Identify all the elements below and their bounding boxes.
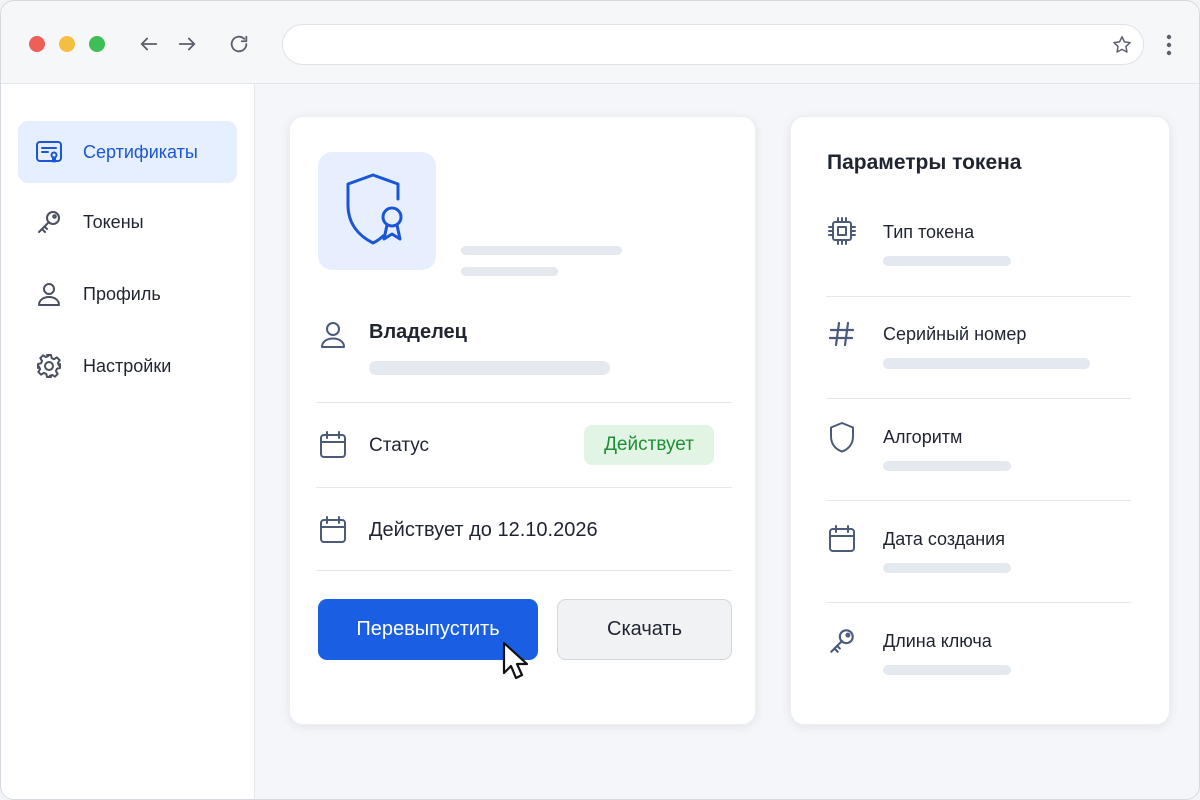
- owner-value-placeholder: [369, 361, 610, 375]
- browser-toolbar: [1, 1, 1199, 84]
- chip-icon: [827, 216, 857, 246]
- sidebar-item-settings[interactable]: Настройки: [18, 335, 237, 397]
- param-label-token-type: Тип токена: [883, 222, 975, 242]
- sidebar: Сертификаты Токены Профиль Настройки: [1, 84, 255, 799]
- calendar-icon: [827, 524, 857, 554]
- param-value-placeholder: [883, 563, 1011, 573]
- certificate-card-icon: [34, 137, 64, 167]
- subtitle-placeholder: [461, 267, 558, 276]
- valid-until-text: Действует до 12.10.2026: [369, 519, 598, 541]
- divider: [826, 296, 1131, 297]
- bookmark-star-icon[interactable]: [1111, 34, 1133, 56]
- sidebar-item-label: Токены: [83, 211, 144, 232]
- param-label-algorithm: Алгоритм: [883, 427, 963, 447]
- param-label-serial-number: Серийный номер: [883, 324, 1027, 344]
- certificate-badge: [318, 152, 436, 270]
- sidebar-item-label: Профиль: [83, 283, 161, 304]
- shield-icon: [827, 422, 857, 453]
- status-badge: Действует: [584, 425, 714, 465]
- token-params-card: Параметры токена Тип токена Серийный ном…: [790, 116, 1170, 725]
- key-icon: [34, 207, 64, 237]
- sidebar-item-tokens[interactable]: Токены: [18, 191, 237, 253]
- browser-window: Сертификаты Токены Профиль Настройки Вла…: [0, 0, 1200, 800]
- user-icon: [318, 320, 348, 350]
- param-label-creation-date: Дата создания: [883, 529, 1005, 549]
- divider: [826, 602, 1131, 603]
- hash-icon: [827, 319, 857, 349]
- param-value-placeholder: [883, 358, 1090, 369]
- back-arrow-icon[interactable]: [137, 32, 161, 56]
- address-bar[interactable]: [282, 24, 1144, 65]
- forward-arrow-icon[interactable]: [175, 32, 199, 56]
- window-minimize-button[interactable]: [59, 36, 75, 52]
- token-params-title: Параметры токена: [827, 151, 1022, 174]
- window-maximize-button[interactable]: [89, 36, 105, 52]
- divider: [316, 570, 732, 571]
- window-close-button[interactable]: [29, 36, 45, 52]
- param-value-placeholder: [883, 256, 1011, 266]
- sidebar-item-profile[interactable]: Профиль: [18, 263, 237, 325]
- divider: [826, 500, 1131, 501]
- divider: [316, 487, 732, 488]
- param-value-placeholder: [883, 665, 1011, 675]
- param-value-placeholder: [883, 461, 1011, 471]
- divider: [826, 398, 1131, 399]
- sidebar-item-label: Настройки: [83, 355, 172, 376]
- sidebar-item-label: Сертификаты: [83, 141, 198, 162]
- param-label-key-length: Длина ключа: [883, 631, 992, 651]
- title-placeholder: [461, 246, 622, 255]
- gear-icon: [34, 351, 64, 381]
- divider: [316, 402, 732, 403]
- certificate-card: Владелец Статус Действует Действует до 1…: [289, 116, 756, 725]
- shield-award-icon: [346, 173, 403, 245]
- user-icon: [34, 279, 64, 309]
- reload-icon[interactable]: [227, 32, 251, 56]
- calendar-icon: [318, 430, 348, 460]
- status-label: Статус: [369, 435, 430, 456]
- more-menu-icon[interactable]: [1159, 33, 1179, 57]
- calendar-icon: [318, 515, 348, 545]
- owner-label: Владелец: [369, 321, 467, 343]
- mouse-pointer-icon: [502, 641, 529, 680]
- download-button[interactable]: Скачать: [557, 599, 732, 660]
- key-icon: [827, 626, 857, 656]
- sidebar-item-certificates[interactable]: Сертификаты: [18, 121, 237, 183]
